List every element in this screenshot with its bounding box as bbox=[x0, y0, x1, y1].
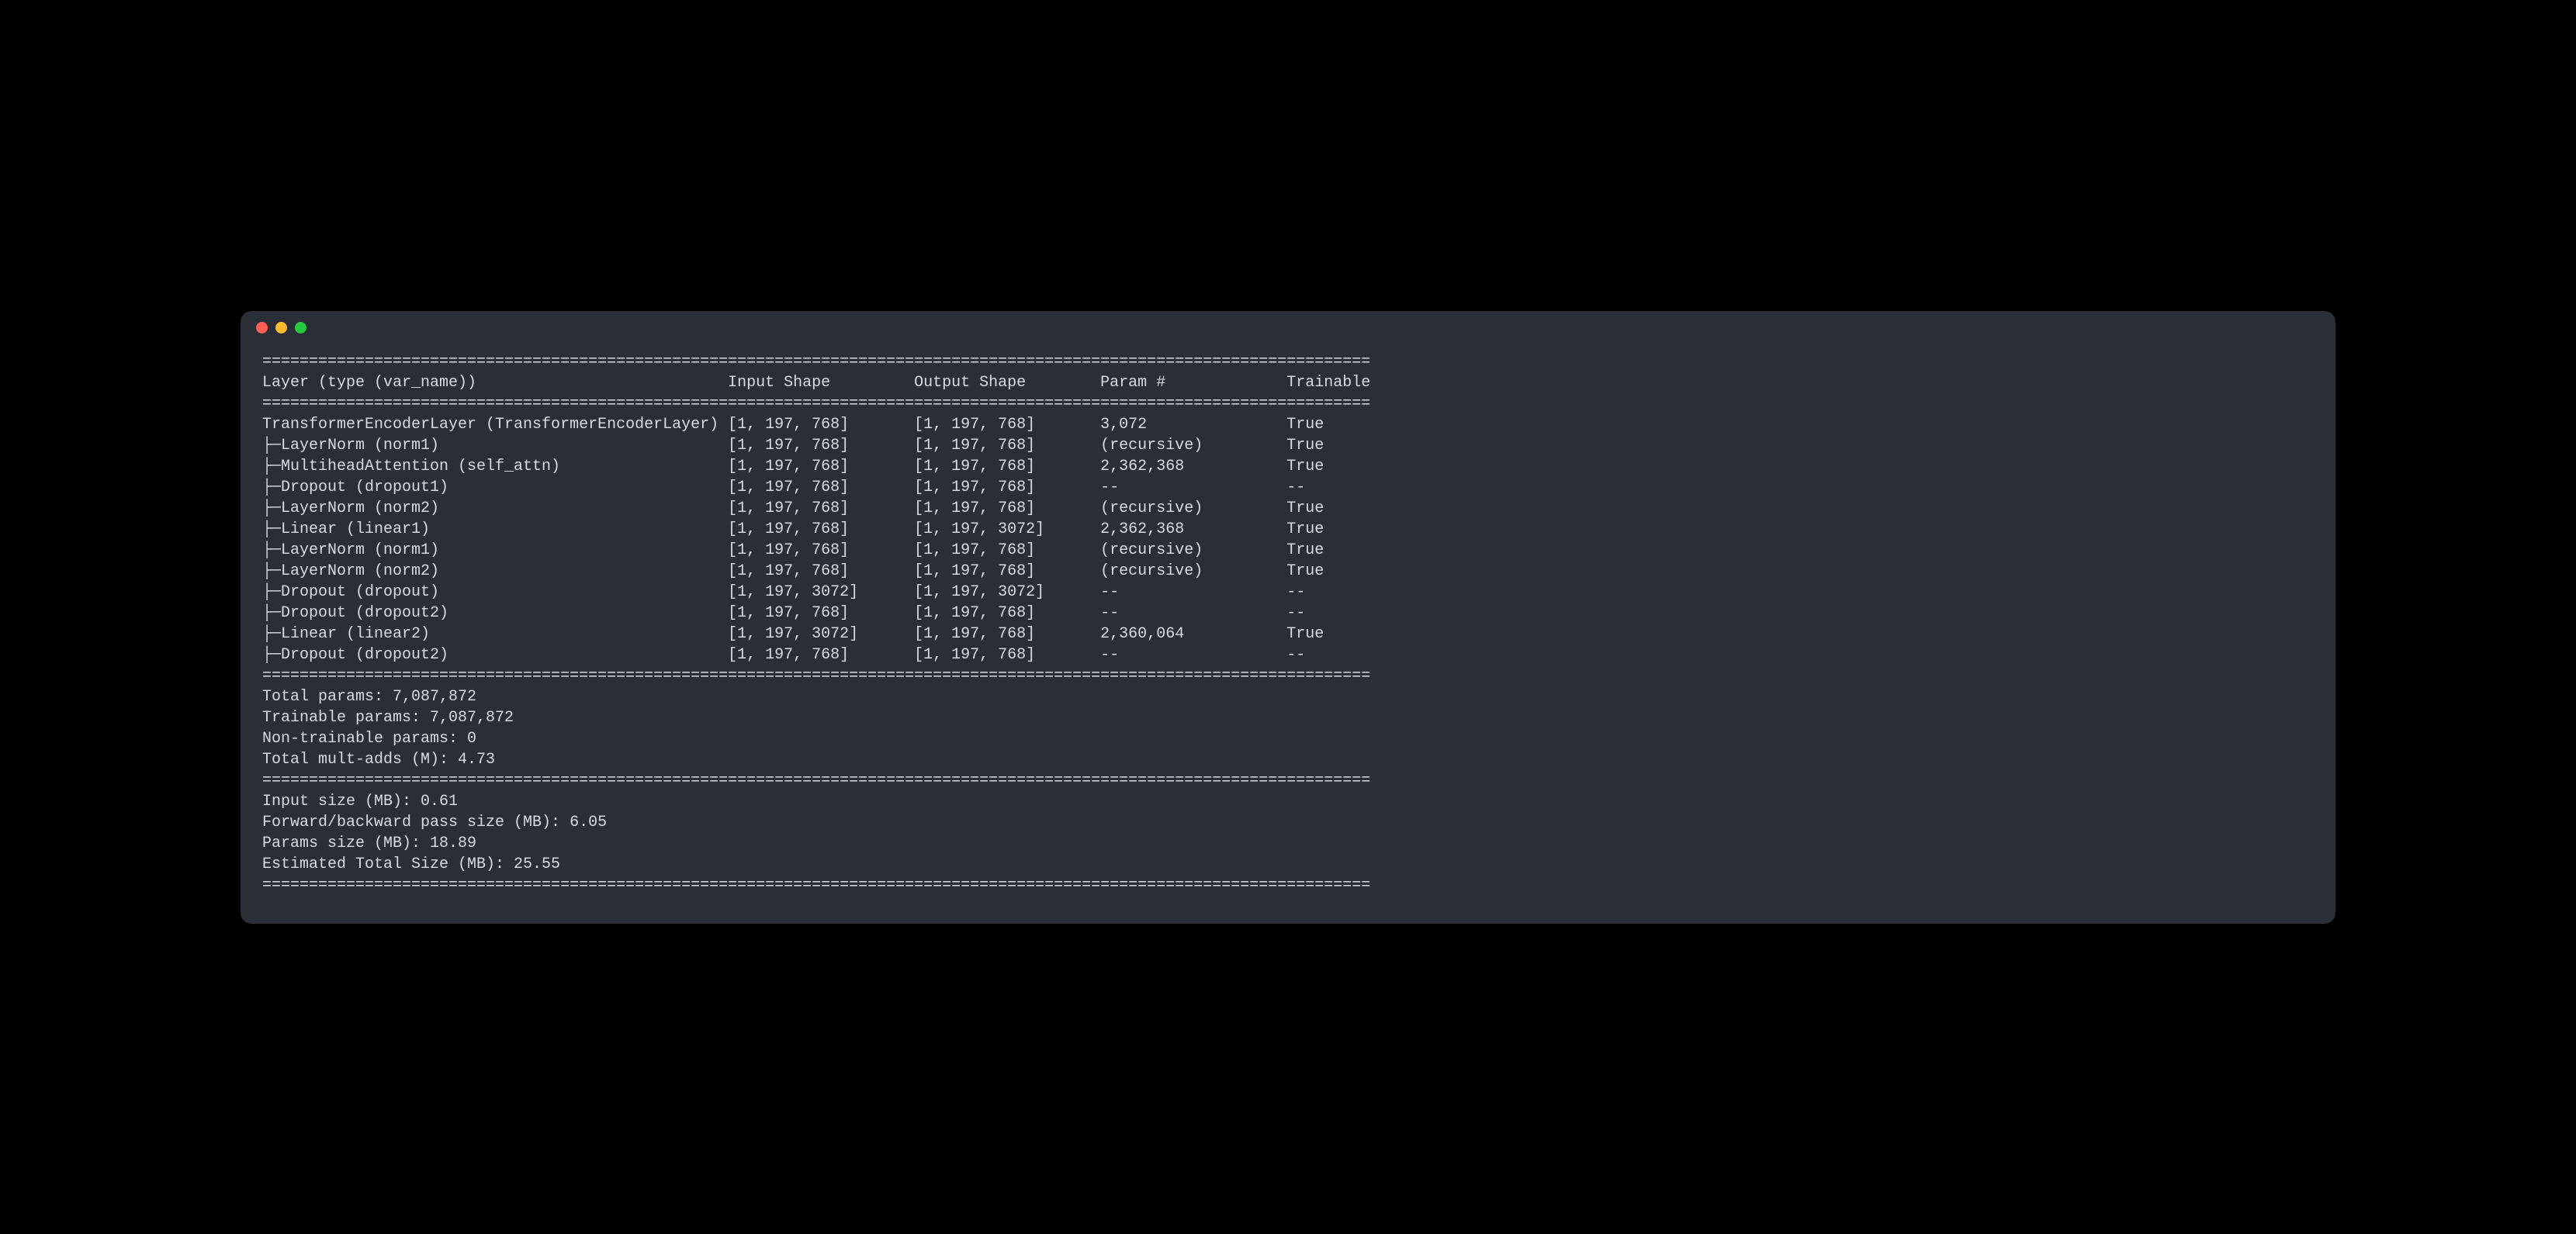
summary-line: Total mult-adds (M): 4.73 bbox=[262, 749, 2314, 770]
close-icon[interactable] bbox=[256, 322, 268, 334]
table-row: ├─Linear (linear2) [1, 197, 3072] [1, 19… bbox=[262, 624, 2314, 645]
table-row: ├─LayerNorm (norm1) [1, 197, 768] [1, 19… bbox=[262, 435, 2314, 456]
table-row: ├─LayerNorm (norm1) [1, 197, 768] [1, 19… bbox=[262, 540, 2314, 561]
rule-line: ========================================… bbox=[262, 393, 2314, 414]
rule-line: ========================================… bbox=[262, 351, 2314, 372]
table-row: ├─LayerNorm (norm2) [1, 197, 768] [1, 19… bbox=[262, 561, 2314, 582]
maximize-icon[interactable] bbox=[295, 322, 306, 334]
summary-line: Estimated Total Size (MB): 25.55 bbox=[262, 854, 2314, 875]
terminal-window: ========================================… bbox=[241, 311, 2335, 924]
table-row: ├─Dropout (dropout) [1, 197, 3072] [1, 1… bbox=[262, 582, 2314, 603]
table-row: ├─MultiheadAttention (self_attn) [1, 197… bbox=[262, 456, 2314, 477]
table-row: ├─Dropout (dropout1) [1, 197, 768] [1, 1… bbox=[262, 477, 2314, 498]
summary-line: Total params: 7,087,872 bbox=[262, 686, 2314, 707]
table-row: TransformerEncoderLayer (TransformerEnco… bbox=[262, 414, 2314, 435]
summary-line: Non-trainable params: 0 bbox=[262, 728, 2314, 749]
summary-line: Input size (MB): 0.61 bbox=[262, 791, 2314, 812]
rule-line: ========================================… bbox=[262, 665, 2314, 686]
summary-line: Forward/backward pass size (MB): 6.05 bbox=[262, 812, 2314, 833]
window-titlebar bbox=[241, 311, 2335, 345]
summary-line: Trainable params: 7,087,872 bbox=[262, 707, 2314, 728]
table-header: Layer (type (var_name)) Input Shape Outp… bbox=[262, 372, 2314, 393]
table-row: ├─Dropout (dropout2) [1, 197, 768] [1, 1… bbox=[262, 645, 2314, 665]
rule-line: ========================================… bbox=[262, 770, 2314, 791]
table-row: ├─Dropout (dropout2) [1, 197, 768] [1, 1… bbox=[262, 603, 2314, 624]
table-row: ├─LayerNorm (norm2) [1, 197, 768] [1, 19… bbox=[262, 498, 2314, 519]
terminal-output: ========================================… bbox=[241, 345, 2335, 924]
minimize-icon[interactable] bbox=[275, 322, 287, 334]
rule-line: ========================================… bbox=[262, 875, 2314, 896]
summary-line: Params size (MB): 18.89 bbox=[262, 833, 2314, 854]
table-row: ├─Linear (linear1) [1, 197, 768] [1, 197… bbox=[262, 519, 2314, 540]
